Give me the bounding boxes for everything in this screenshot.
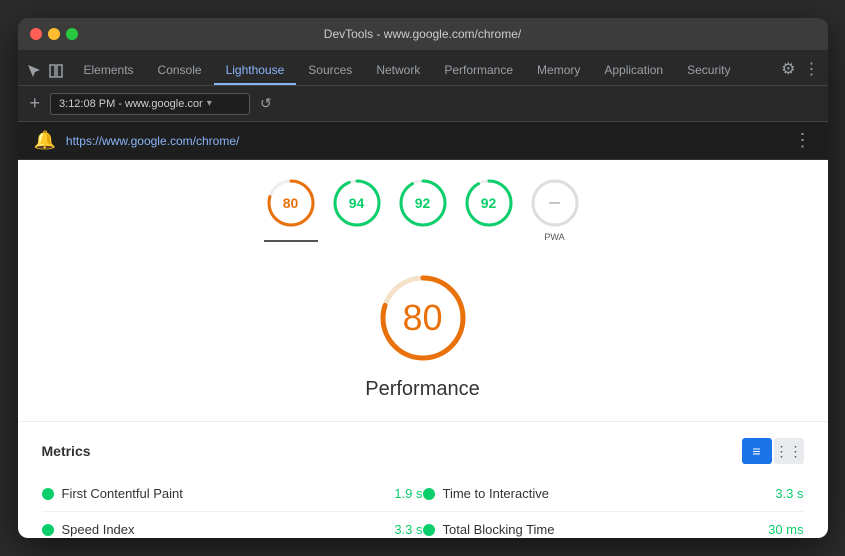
maximize-button[interactable] [66,28,78,40]
metric-grid: First Contentful Paint 1.9 s Speed Index… [42,476,804,538]
circle-ring-pwa: — [528,176,582,230]
url-error-bar: 🔔 https://www.google.com/chrome/ ⋮ [18,122,828,160]
tti-value: 3.3 s [775,486,803,501]
metrics-right-col: Time to Interactive 3.3 s Total Blocking… [423,476,804,538]
tab-performance[interactable]: Performance [432,57,525,85]
main-panel: 80 94 [18,160,828,538]
tab-network[interactable]: Network [364,57,432,85]
metrics-header: Metrics ≡ ⋮⋮ [42,438,804,464]
tbt-value: 30 ms [768,522,803,537]
metric-row-si: Speed Index 3.3 s [42,512,423,538]
tbt-name: Total Blocking Time [443,522,761,537]
tab-sources[interactable]: Sources [296,57,364,85]
circle-ring-80: 80 [264,176,318,230]
page-url: https://www.google.com/chrome/ [66,134,239,148]
tab-security[interactable]: Security [675,57,742,85]
tti-name: Time to Interactive [443,486,768,501]
devtools-icons-left [26,63,64,85]
circle-ring-92b: 92 [462,176,516,230]
fcp-value: 1.9 s [394,486,422,501]
metrics-section: Metrics ≡ ⋮⋮ First Contentful Paint 1.9 … [18,422,828,538]
chevron-down-icon: ▾ [207,98,212,109]
circle-ring-92a: 92 [396,176,450,230]
fcp-indicator [42,488,54,500]
tbt-indicator [423,524,435,536]
view-toggle: ≡ ⋮⋮ [742,438,804,464]
score-circle-performance[interactable]: 80 [264,176,318,242]
address-bar: + 3:12:08 PM - www.google.cor ▾ ↺ [18,86,828,122]
score-value-80: 80 [283,195,299,211]
metrics-left-col: First Contentful Paint 1.9 s Speed Index… [42,476,423,538]
url-text: 3:12:08 PM - www.google.cor [59,98,203,110]
devtools-tabs: Elements Console Lighthouse Sources Netw… [18,50,828,86]
performance-label: Performance [365,378,480,401]
big-score-circle: 80 [375,270,471,366]
window-title: DevTools - www.google.com/chrome/ [324,27,521,41]
metric-row-fcp: First Contentful Paint 1.9 s [42,476,423,512]
tti-indicator [423,488,435,500]
close-button[interactable] [30,28,42,40]
title-bar: DevTools - www.google.com/chrome/ [18,18,828,50]
score-value-92b: 92 [481,195,497,211]
score-value-92a: 92 [415,195,431,211]
score-value-pwa: — [549,197,560,209]
content-area: 🔔 https://www.google.com/chrome/ ⋮ 80 [18,122,828,538]
metric-row-tti: Time to Interactive 3.3 s [423,476,804,512]
traffic-lights [30,28,78,40]
score-value-94: 94 [349,195,365,211]
tab-elements[interactable]: Elements [72,57,146,85]
score-circle-pwa[interactable]: — PWA [528,176,582,242]
cursor-icon [26,63,42,79]
toggle-grid-view[interactable]: ⋮⋮ [774,438,804,464]
minimize-button[interactable] [48,28,60,40]
settings-icon[interactable]: ⚙ [781,59,795,79]
devtools-icons-right: ⚙ ⋮ [781,59,819,85]
score-circle-94[interactable]: 94 [330,176,384,242]
tab-lighthouse[interactable]: Lighthouse [214,57,297,85]
tab-memory[interactable]: Memory [525,57,592,85]
big-score-area: 80 Performance [18,258,828,422]
score-circles: 80 94 [18,176,828,242]
toggle-bar-view[interactable]: ≡ [742,438,772,464]
big-score-value: 80 [402,297,442,339]
metric-row-tbt: Total Blocking Time 30 ms [423,512,804,538]
metrics-title: Metrics [42,443,91,459]
circle-ring-94: 94 [330,176,384,230]
devtools-window: DevTools - www.google.com/chrome/ Elemen… [18,18,828,538]
si-value: 3.3 s [394,522,422,537]
more-options-icon[interactable]: ⋮ [804,59,820,79]
si-name: Speed Index [62,522,387,537]
tab-console[interactable]: Console [146,57,214,85]
inspector-icon [48,63,64,79]
score-circle-92b[interactable]: 92 [462,176,516,242]
reload-icon[interactable]: ↺ [260,95,272,112]
score-circle-92a[interactable]: 92 [396,176,450,242]
pwa-label: PWA [544,232,564,242]
url-bar[interactable]: 3:12:08 PM - www.google.cor ▾ [50,93,250,115]
add-tab-button[interactable]: + [26,91,45,116]
fcp-name: First Contentful Paint [62,486,387,501]
si-indicator [42,524,54,536]
more-icon[interactable]: ⋮ [794,130,812,151]
lighthouse-logo-icon: 🔔 [34,130,56,151]
tab-application[interactable]: Application [592,57,675,85]
